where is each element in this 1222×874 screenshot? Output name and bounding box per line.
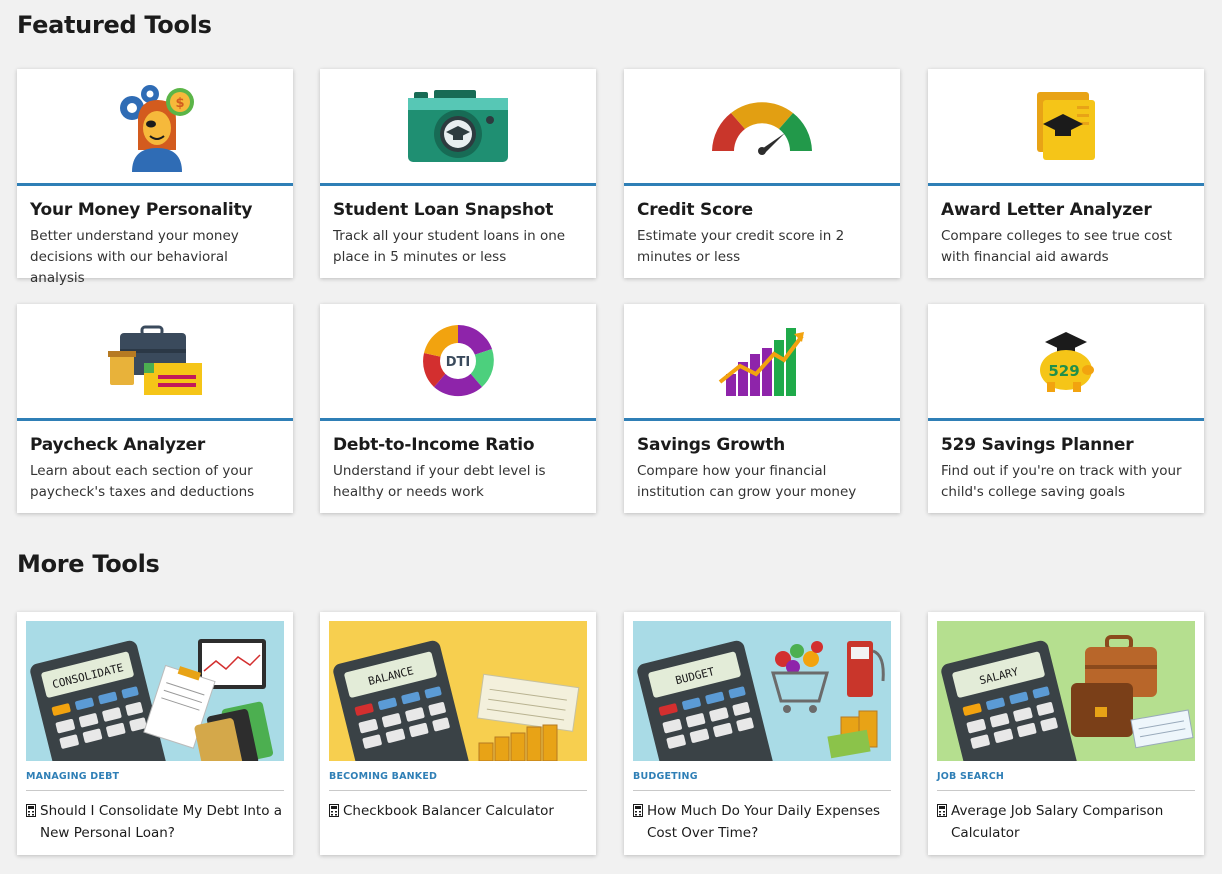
tool-name: 529 Savings Planner — [941, 435, 1134, 455]
more-tool-card-balance[interactable]: BALANCE Becoming Banked Checkbook Balanc… — [320, 612, 596, 855]
tool-link-text: Should I Consolidate My Debt Into a New … — [40, 803, 283, 841]
tool-link-text: Checkbook Balancer Calculator — [343, 803, 554, 819]
salary-calculator-image: SALARY — [937, 621, 1195, 761]
more-tool-card-budget[interactable]: BUDGET Budgeting How Much Do Your Daily — [624, 612, 900, 855]
more-tool-card-salary[interactable]: SALARY Job Search Average Job Salary Com… — [928, 612, 1204, 855]
tool-link[interactable]: Should I Consolidate My Debt Into a New … — [26, 800, 284, 844]
tool-card-529-savings-planner[interactable]: 529 529 Savings Planner Find out if you'… — [928, 304, 1204, 513]
tool-card-paycheck-analyzer[interactable]: Paycheck Analyzer Learn about each secti… — [17, 304, 293, 513]
gauge-icon — [712, 102, 812, 155]
tool-link-text: How Much Do Your Daily Expenses Cost Ove… — [647, 803, 881, 841]
tool-name: Savings Growth — [637, 435, 786, 455]
category-label: Becoming Banked — [329, 771, 587, 791]
category-label: Job Search — [937, 771, 1195, 791]
tool-card-debt-to-income-ratio[interactable]: DTI Debt-to-Income Ratio Understand if y… — [320, 304, 596, 513]
piggy-529-label: 529 — [1048, 362, 1079, 380]
more-tools-heading: More Tools — [17, 550, 160, 578]
tool-description: Compare colleges to see true cost with f… — [941, 228, 1173, 265]
tool-name: Paycheck Analyzer — [30, 435, 206, 455]
tool-description: Estimate your credit score in 2 minutes … — [637, 228, 845, 265]
consolidate-calculator-image: CONSOLIDATE — [26, 621, 284, 761]
tool-link[interactable]: How Much Do Your Daily Expenses Cost Ove… — [633, 800, 891, 844]
dti-label: DTI — [446, 355, 471, 370]
tool-card-credit-score[interactable]: Credit Score Estimate your credit score … — [624, 69, 900, 278]
briefcase-paycheck-icon — [108, 325, 202, 395]
category-label: Budgeting — [633, 771, 891, 791]
piggy-bank-icon: 529 — [1040, 332, 1094, 392]
calculator-icon — [937, 804, 947, 817]
tool-name: Award Letter Analyzer — [941, 200, 1152, 220]
bar-growth-icon — [718, 328, 804, 396]
tool-link[interactable]: Checkbook Balancer Calculator — [329, 800, 587, 822]
tool-name: Debt-to-Income Ratio — [333, 435, 535, 455]
tool-description: Compare how your financial institution c… — [637, 463, 857, 500]
dti-donut-icon: DTI — [423, 324, 494, 397]
calculator-icon — [633, 804, 643, 817]
tool-description: Track all your student loans in one plac… — [333, 228, 566, 265]
featured-tools-heading: Featured Tools — [17, 11, 212, 39]
money-personality-icon: $ — [120, 85, 194, 172]
tool-link[interactable]: Average Job Salary Comparison Calculator — [937, 800, 1195, 844]
tool-card-savings-growth[interactable]: Savings Growth Compare how your financia… — [624, 304, 900, 513]
svg-text:$: $ — [175, 96, 184, 111]
more-tool-card-consolidate[interactable]: CONSOLIDATE Managing Debt — [17, 612, 293, 855]
balance-calculator-image: BALANCE — [329, 621, 587, 761]
camera-graduation-icon — [408, 90, 508, 162]
calculator-icon — [26, 804, 36, 817]
tool-link-text: Average Job Salary Comparison Calculator — [951, 803, 1164, 841]
tool-card-award-letter-analyzer[interactable]: Award Letter Analyzer Compare colleges t… — [928, 69, 1204, 278]
tool-description: Understand if your debt level is healthy… — [333, 463, 546, 500]
tool-name: Your Money Personality — [30, 200, 253, 220]
tool-name: Credit Score — [637, 200, 753, 220]
tool-card-student-loan-snapshot[interactable]: Student Loan Snapshot Track all your stu… — [320, 69, 596, 278]
tool-description: Learn about each section of your paychec… — [30, 463, 255, 500]
award-letter-icon — [1037, 92, 1095, 160]
budget-calculator-image: BUDGET — [633, 621, 891, 761]
tool-card-money-personality[interactable]: $ Your Money Personality Better understa… — [17, 69, 293, 286]
category-label: Managing Debt — [26, 771, 284, 791]
calculator-icon — [329, 804, 339, 817]
tool-description: Find out if you're on track with your ch… — [941, 463, 1182, 500]
tool-description: Better understand your money decisions w… — [30, 228, 239, 286]
tool-name: Student Loan Snapshot — [333, 200, 554, 220]
